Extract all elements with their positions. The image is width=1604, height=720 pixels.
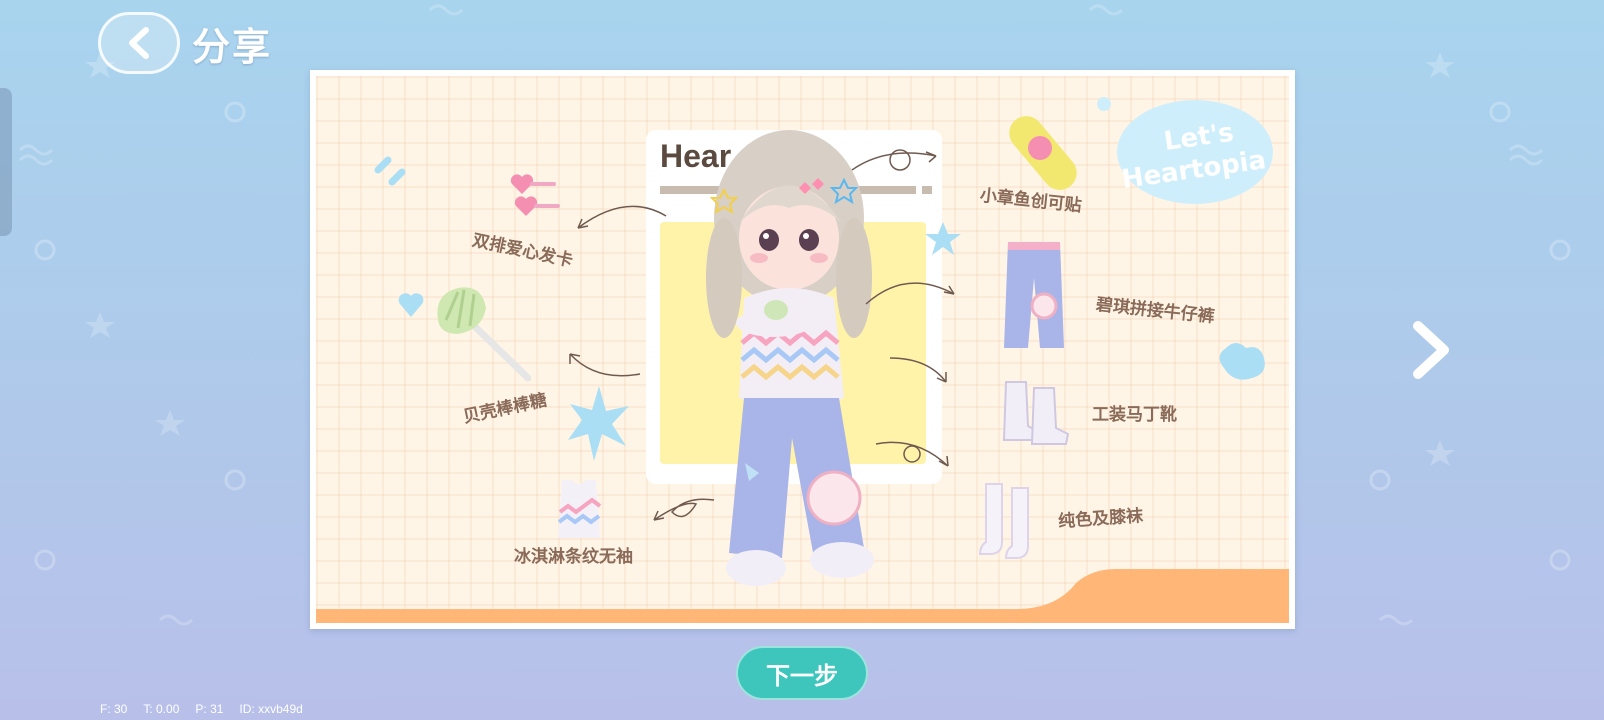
next-step-button[interactable]: 下一步 [736, 646, 868, 700]
debug-frame: F: 30 [100, 702, 128, 716]
debug-time: T: 0.00 [143, 702, 180, 716]
back-button[interactable] [98, 12, 180, 74]
chevron-right-icon[interactable] [1406, 318, 1456, 382]
connector-arrows [569, 149, 955, 521]
debug-info: F: 30 T: 0.00 P: 31 ID: xxvb49d [100, 702, 303, 716]
share-card: Hear Let's Heartopia 双排爱心发卡 贝壳棒棒糖 冰淇淋条纹无… [310, 70, 1295, 629]
side-panel-tab[interactable] [0, 88, 12, 236]
item-label-boots: 工装马丁靴 [1092, 405, 1177, 425]
debug-id: ID: xxvb49d [239, 702, 303, 716]
orange-wave-band [316, 569, 1289, 623]
share-card-content: Hear Let's Heartopia 双排爱心发卡 贝壳棒棒糖 冰淇淋条纹无… [316, 76, 1289, 623]
debug-p: P: 31 [195, 702, 224, 716]
page-title: 分享 [192, 25, 273, 69]
chevron-left-icon [129, 27, 149, 59]
